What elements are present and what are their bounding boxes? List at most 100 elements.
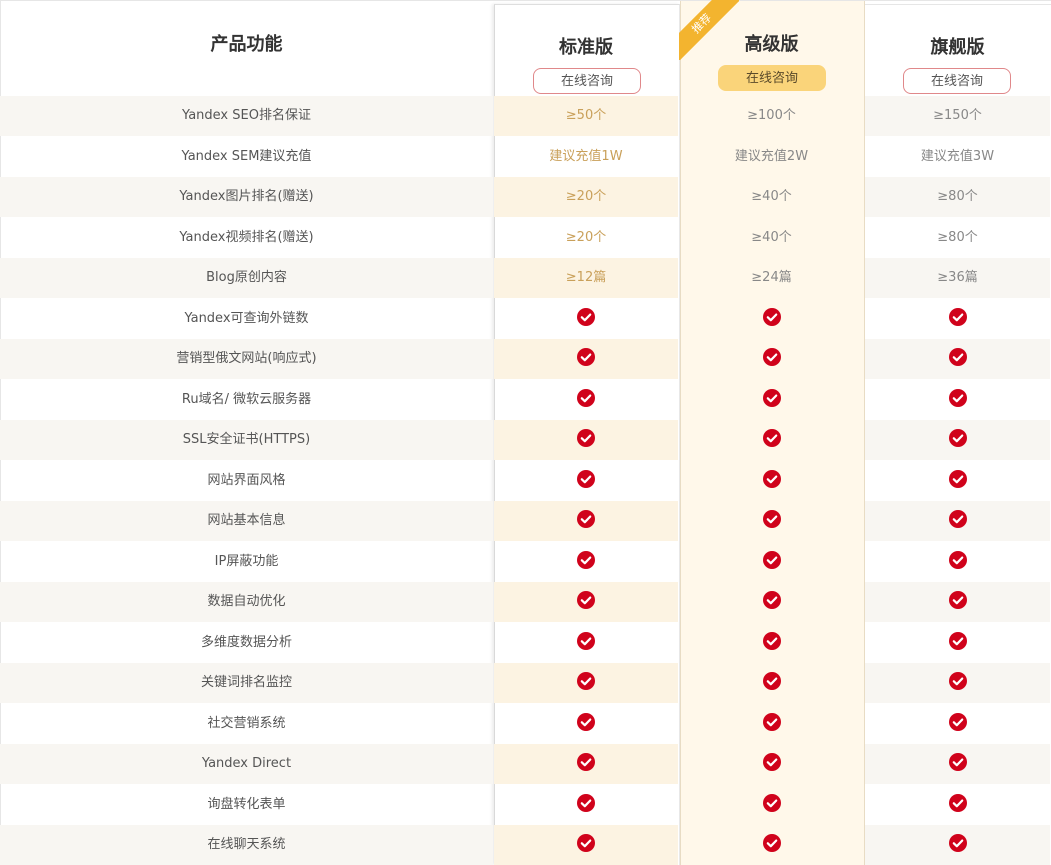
plan-value-flag: ≥80个 (937, 189, 978, 204)
plan-value-flag (864, 582, 1051, 622)
plan-value-flag (864, 744, 1051, 784)
check-circle-icon (577, 429, 595, 447)
check-circle-icon (948, 307, 967, 326)
table-row: 营销型俄文网站(响应式) (0, 339, 1051, 379)
table-row: 多维度数据分析 (0, 623, 1051, 663)
check-circle-icon (762, 753, 781, 771)
plan-value-std (493, 663, 679, 703)
feature-label: 多维度数据分析 (200, 634, 292, 650)
table-row: 关键词排名监控 (0, 663, 1051, 703)
check-circle-icon (577, 510, 595, 528)
plan-value-flag (864, 623, 1051, 663)
table-row: SSL安全证书(HTTPS) (0, 420, 1051, 460)
table-row: Yandex可查询外链数 (0, 299, 1051, 339)
plan-title-flagship: 旗舰版 (930, 37, 985, 58)
table-row: Yandex视频排名(赠送) ≥20个 ≥40个 ≥80个 (0, 218, 1051, 258)
check-circle-icon (577, 348, 595, 366)
table-row: Ru域名/ 微软云服务器 (0, 380, 1051, 420)
plan-value-flag (864, 542, 1051, 582)
check-circle-icon (762, 550, 781, 569)
table-row: Yandex图片排名(赠送) ≥20个 ≥40个 ≥80个 (0, 177, 1051, 217)
plan-value-std (493, 623, 679, 663)
feature-label: Yandex Direct (201, 756, 292, 771)
check-circle-icon (577, 388, 595, 407)
feature-label: Blog原创内容 (206, 270, 287, 285)
check-circle-icon (948, 712, 967, 731)
feature-label: Yandex视频排名(赠送) (179, 229, 314, 245)
plan-value-std (493, 744, 679, 784)
plan-value-adv (679, 582, 864, 622)
feature-column-title: 产品功能 (210, 34, 283, 55)
table-row: 网站界面风格 (0, 461, 1051, 501)
check-circle-icon (762, 834, 781, 852)
consult-button-advanced[interactable]: 在线咨询 (718, 65, 826, 91)
plan-value-std: ≥20个 (565, 229, 607, 245)
table-row: Yandex SEM建议充值 建议充值1W 建议充值2W 建议充值3W (0, 137, 1051, 177)
feature-label: 网站基本信息 (207, 513, 286, 528)
plan-value-adv (679, 785, 864, 825)
recommended-badge: 推荐 (679, 0, 739, 60)
table-row: Yandex Direct (0, 744, 1051, 784)
plan-value-std: ≥20个 (565, 189, 607, 204)
check-circle-icon (762, 510, 781, 528)
check-circle-icon (577, 753, 595, 771)
check-circle-icon (948, 753, 967, 771)
feature-label: 网站界面风格 (207, 472, 286, 488)
plan-value-flag (864, 380, 1051, 420)
table-row: IP屏蔽功能 (0, 542, 1051, 582)
feature-label: 社交营销系统 (207, 715, 286, 731)
plan-value-flag: ≥150个 (933, 108, 982, 123)
plan-value-std (493, 501, 679, 541)
check-circle-icon (948, 388, 967, 407)
check-circle-icon (948, 793, 967, 812)
check-circle-icon (762, 469, 781, 488)
plan-value-std (493, 825, 679, 865)
consult-button-standard[interactable]: 在线咨询 (533, 68, 641, 94)
feature-label: 营销型俄文网站(响应式) (176, 351, 317, 366)
check-circle-icon (948, 429, 967, 447)
plan-value-adv (679, 744, 864, 784)
check-circle-icon (762, 631, 781, 650)
feature-label: 询盘转化表单 (207, 796, 286, 812)
feature-label: Yandex SEO排名保证 (182, 108, 311, 123)
plan-value-adv (679, 299, 864, 339)
plan-value-adv (679, 663, 864, 703)
plan-value-adv (679, 825, 864, 865)
check-circle-icon (577, 307, 595, 326)
plan-value-flag (864, 461, 1051, 501)
feature-label: IP屏蔽功能 (214, 553, 279, 569)
plan-value-flag (864, 420, 1051, 460)
plan-value-adv: ≥24篇 (751, 270, 792, 285)
table-row: 询盘转化表单 (0, 785, 1051, 825)
plan-value-flag (864, 825, 1051, 865)
check-circle-icon (577, 712, 595, 731)
plan-value-std: ≥12篇 (565, 270, 607, 285)
plan-value-std (493, 461, 679, 501)
plan-value-flag (864, 663, 1051, 703)
check-circle-icon (948, 631, 967, 650)
plan-value-adv (679, 420, 864, 460)
table-row: Blog原创内容 ≥12篇 ≥24篇 ≥36篇 (0, 258, 1051, 298)
check-circle-icon (762, 388, 781, 407)
plan-value-std (493, 299, 679, 339)
table-row: 数据自动优化 (0, 582, 1051, 622)
plan-value-std (493, 420, 679, 460)
plan-value-flag (864, 501, 1051, 541)
check-circle-icon (762, 672, 781, 690)
plan-value-adv: ≥40个 (751, 189, 792, 204)
check-circle-icon (577, 631, 595, 650)
check-circle-icon (762, 712, 781, 731)
check-circle-icon (948, 510, 967, 528)
check-circle-icon (948, 834, 967, 852)
plan-value-flag (864, 299, 1051, 339)
plan-value-adv (679, 380, 864, 420)
check-circle-icon (948, 672, 967, 690)
plan-value-adv (679, 542, 864, 582)
check-circle-icon (762, 591, 781, 609)
check-circle-icon (948, 550, 967, 569)
plan-value-flag: ≥36篇 (937, 270, 978, 285)
feature-label: SSL安全证书(HTTPS) (182, 432, 311, 447)
plan-value-flag (864, 339, 1051, 379)
consult-button-flagship[interactable]: 在线咨询 (903, 68, 1011, 94)
feature-label: Yandex SEM建议充值 (181, 148, 312, 164)
